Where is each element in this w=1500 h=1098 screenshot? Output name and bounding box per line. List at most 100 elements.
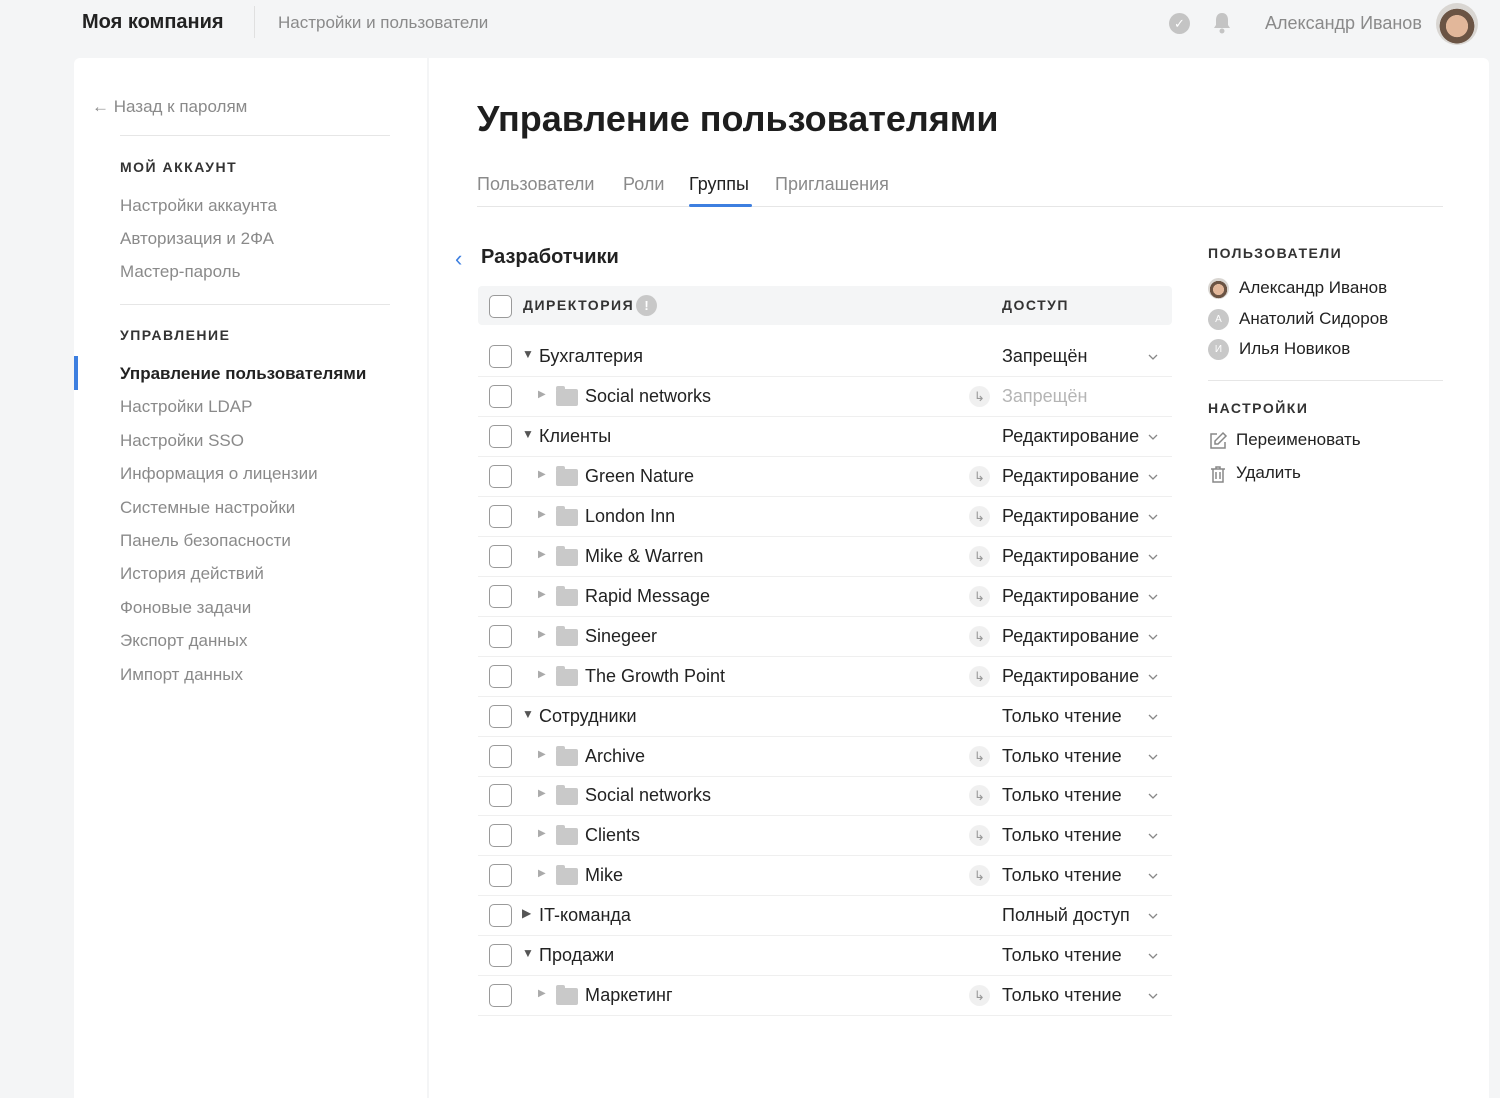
table-row[interactable]: ▶ Archive ↳ Только чтение — [478, 737, 1172, 777]
access-value[interactable]: Редактирование — [1002, 546, 1139, 567]
chevron-down-icon[interactable] — [1148, 672, 1158, 682]
table-row[interactable]: ▼ Продажи Только чтение — [478, 936, 1172, 977]
chevron-down-icon[interactable] — [1148, 791, 1158, 801]
sidebar-item[interactable]: Управление пользователями — [120, 364, 366, 384]
check-circle-icon[interactable]: ✓ — [1169, 13, 1190, 34]
caret-right-icon[interactable]: ▶ — [538, 868, 546, 879]
access-value[interactable]: Только чтение — [1002, 985, 1122, 1006]
table-row[interactable]: ▼ Клиенты Редактирование — [478, 417, 1172, 457]
access-value[interactable]: Редактирование — [1002, 586, 1139, 607]
select-all-checkbox[interactable] — [489, 295, 512, 318]
sidebar-item-master-password[interactable]: Мастер-пароль — [120, 262, 240, 282]
chevron-down-icon[interactable] — [1148, 991, 1158, 1001]
caret-right-icon[interactable]: ▶ — [538, 988, 546, 999]
chevron-down-icon[interactable] — [1148, 592, 1158, 602]
row-checkbox[interactable] — [489, 704, 512, 728]
sidebar-item[interactable]: Фоновые задачи — [120, 598, 251, 618]
access-value[interactable]: Редактирование — [1002, 666, 1139, 687]
row-checkbox[interactable] — [489, 664, 512, 688]
access-value[interactable]: Редактирование — [1002, 626, 1139, 647]
sidebar-item[interactable]: Экспорт данных — [120, 631, 247, 651]
access-value[interactable]: Только чтение — [1002, 825, 1122, 846]
access-value[interactable]: Редактирование — [1002, 506, 1139, 527]
caret-down-icon[interactable]: ▼ — [522, 427, 534, 441]
group-user[interactable]: А Анатолий Сидоров — [1208, 309, 1388, 331]
row-checkbox[interactable] — [489, 984, 512, 1008]
caret-right-icon[interactable]: ▶ — [538, 629, 546, 640]
chevron-down-icon[interactable] — [1148, 432, 1158, 442]
bell-icon[interactable] — [1211, 11, 1233, 35]
caret-right-icon[interactable]: ▶ — [538, 589, 546, 600]
row-checkbox[interactable] — [489, 624, 512, 648]
caret-down-icon[interactable]: ▼ — [522, 946, 534, 960]
table-row[interactable]: ▶ Rapid Message ↳ Редактирование — [478, 577, 1172, 617]
chevron-down-icon[interactable] — [1148, 752, 1158, 762]
sidebar-item-auth-2fa[interactable]: Авторизация и 2ФА — [120, 229, 274, 249]
sidebar-item-account-settings[interactable]: Настройки аккаунта — [120, 196, 277, 216]
rename-button[interactable]: Переименовать — [1208, 430, 1361, 451]
row-checkbox[interactable] — [489, 864, 512, 888]
tab-roles[interactable]: Роли — [623, 174, 664, 195]
table-row[interactable]: ▶ Social networks ↳ Только чтение — [478, 776, 1172, 817]
avatar[interactable] — [1436, 3, 1478, 45]
access-value[interactable]: Только чтение — [1002, 706, 1122, 727]
caret-down-icon[interactable]: ▼ — [522, 347, 534, 361]
sidebar-item[interactable]: Системные настройки — [120, 498, 295, 518]
sidebar-item[interactable]: Настройки SSO — [120, 431, 244, 451]
caret-right-icon[interactable]: ▶ — [538, 549, 546, 560]
table-row[interactable]: ▼ Бухгалтерия Запрещён — [478, 337, 1172, 377]
sidebar-item[interactable]: Информация о лицензии — [120, 464, 318, 484]
chevron-down-icon[interactable] — [1148, 552, 1158, 562]
access-value[interactable]: Только чтение — [1002, 785, 1122, 806]
info-icon[interactable]: ! — [636, 295, 657, 316]
row-checkbox[interactable] — [489, 424, 512, 448]
chevron-down-icon[interactable] — [1148, 951, 1158, 961]
table-row[interactable]: ▶ Social networks ↳ Запрещён — [478, 377, 1172, 417]
row-checkbox[interactable] — [489, 464, 512, 488]
sidebar-item[interactable]: Панель безопасности — [120, 531, 291, 551]
chevron-down-icon[interactable] — [1148, 712, 1158, 722]
sidebar-item[interactable]: Настройки LDAP — [120, 397, 253, 417]
chevron-down-icon[interactable] — [1148, 352, 1158, 362]
caret-right-icon[interactable]: ▶ — [538, 669, 546, 680]
table-row[interactable]: ▶ Mike ↳ Только чтение — [478, 856, 1172, 897]
caret-right-icon[interactable]: ▶ — [538, 389, 546, 400]
tab-users[interactable]: Пользователи — [477, 174, 594, 195]
chevron-down-icon[interactable] — [1148, 472, 1158, 482]
access-value[interactable]: Только чтение — [1002, 746, 1122, 767]
table-row[interactable]: ▶ IT-команда Полный доступ — [478, 896, 1172, 937]
chevron-down-icon[interactable] — [1148, 831, 1158, 841]
access-value[interactable]: Полный доступ — [1002, 905, 1130, 926]
chevron-down-icon[interactable] — [1148, 911, 1158, 921]
table-row[interactable]: ▶ Mike & Warren ↳ Редактирование — [478, 537, 1172, 577]
table-row[interactable]: ▶ London Inn ↳ Редактирование — [478, 497, 1172, 537]
row-checkbox[interactable] — [489, 904, 512, 928]
table-row[interactable]: ▶ Маркетинг ↳ Только чтение — [478, 976, 1172, 1017]
row-checkbox[interactable] — [489, 345, 512, 368]
brand-name[interactable]: Моя компания — [82, 11, 224, 34]
chevron-left-icon[interactable]: ‹ — [455, 246, 462, 272]
table-row[interactable]: ▶ Green Nature ↳ Редактирование — [478, 457, 1172, 497]
row-checkbox[interactable] — [489, 504, 512, 528]
access-value[interactable]: Только чтение — [1002, 945, 1122, 966]
access-value[interactable]: Редактирование — [1002, 426, 1139, 447]
row-checkbox[interactable] — [489, 744, 512, 768]
row-checkbox[interactable] — [489, 784, 512, 808]
delete-button[interactable]: Удалить — [1208, 463, 1301, 484]
table-row[interactable]: ▶ Sinegeer ↳ Редактирование — [478, 617, 1172, 657]
caret-right-icon[interactable]: ▶ — [522, 906, 531, 920]
row-checkbox[interactable] — [489, 584, 512, 608]
sidebar-item[interactable]: История действий — [120, 564, 264, 584]
table-row[interactable]: ▶ Clients ↳ Только чтение — [478, 816, 1172, 857]
chevron-down-icon[interactable] — [1148, 871, 1158, 881]
group-user[interactable]: И Илья Новиков — [1208, 339, 1350, 361]
table-row[interactable]: ▼ Сотрудники Только чтение — [478, 697, 1172, 737]
access-value[interactable]: Редактирование — [1002, 466, 1139, 487]
access-value[interactable]: Запрещён — [1002, 346, 1087, 367]
row-checkbox[interactable] — [489, 944, 512, 968]
caret-down-icon[interactable]: ▼ — [522, 707, 534, 721]
caret-right-icon[interactable]: ▶ — [538, 509, 546, 520]
back-link[interactable]: ← Назад к паролям — [92, 97, 247, 117]
tab-invitations[interactable]: Приглашения — [775, 174, 889, 195]
caret-right-icon[interactable]: ▶ — [538, 469, 546, 480]
